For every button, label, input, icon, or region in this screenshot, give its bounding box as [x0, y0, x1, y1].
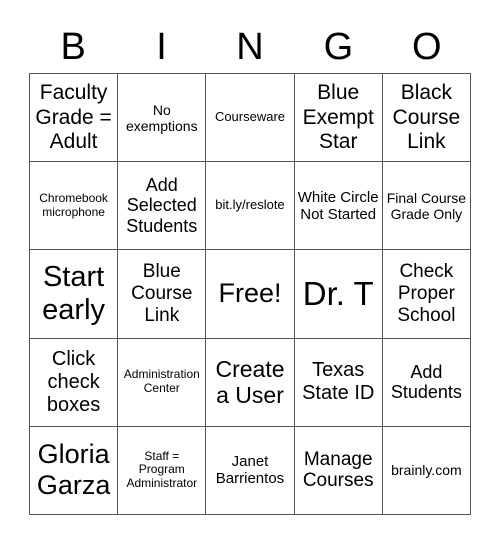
bingo-cell[interactable]: Blue Course Link: [118, 250, 207, 339]
header-letter-g: G: [323, 26, 354, 68]
bingo-cell[interactable]: No exemptions: [118, 74, 207, 163]
bingo-cell[interactable]: Texas State ID: [294, 338, 383, 427]
bingo-cell[interactable]: Check Proper School: [382, 250, 471, 339]
bingo-grid: Faculty Grade = Adult No exemptions Cour…: [29, 73, 471, 515]
header-letter-b: B: [60, 26, 86, 68]
bingo-cell[interactable]: Add Selected Students: [118, 162, 207, 251]
bingo-cell[interactable]: brainly.com: [382, 426, 471, 515]
bingo-cell[interactable]: Administration Center: [118, 338, 207, 427]
bingo-cell[interactable]: Blue Exempt Star: [294, 74, 383, 163]
bingo-header: B I N G O: [29, 22, 471, 72]
bingo-cell[interactable]: Courseware: [206, 74, 295, 163]
bingo-cell[interactable]: Black Course Link: [382, 74, 471, 163]
header-letter-i: I: [156, 26, 167, 68]
bingo-cell[interactable]: bit.ly/reslote: [206, 162, 295, 251]
bingo-cell[interactable]: Faculty Grade = Adult: [30, 74, 119, 163]
bingo-cell[interactable]: Janet Barrientos: [206, 426, 295, 515]
bingo-cell[interactable]: Manage Courses: [294, 426, 383, 515]
bingo-cell[interactable]: Dr. T: [294, 250, 383, 339]
header-letter-o: O: [411, 26, 442, 68]
bingo-cell[interactable]: Add Students: [382, 338, 471, 427]
bingo-cell[interactable]: Create a User: [206, 338, 295, 427]
bingo-cell[interactable]: Staff = Program Administrator: [118, 426, 207, 515]
bingo-cell[interactable]: Start early: [30, 250, 119, 339]
bingo-cell[interactable]: Gloria Garza: [30, 426, 119, 515]
bingo-cell[interactable]: Final Course Grade Only: [382, 162, 471, 251]
bingo-cell[interactable]: White Circle Not Started: [294, 162, 383, 251]
free-space[interactable]: Free!: [206, 250, 295, 339]
bingo-cell[interactable]: Chromebook microphone: [30, 162, 119, 251]
bingo-cell[interactable]: Click check boxes: [30, 338, 119, 427]
header-letter-n: N: [236, 26, 264, 68]
